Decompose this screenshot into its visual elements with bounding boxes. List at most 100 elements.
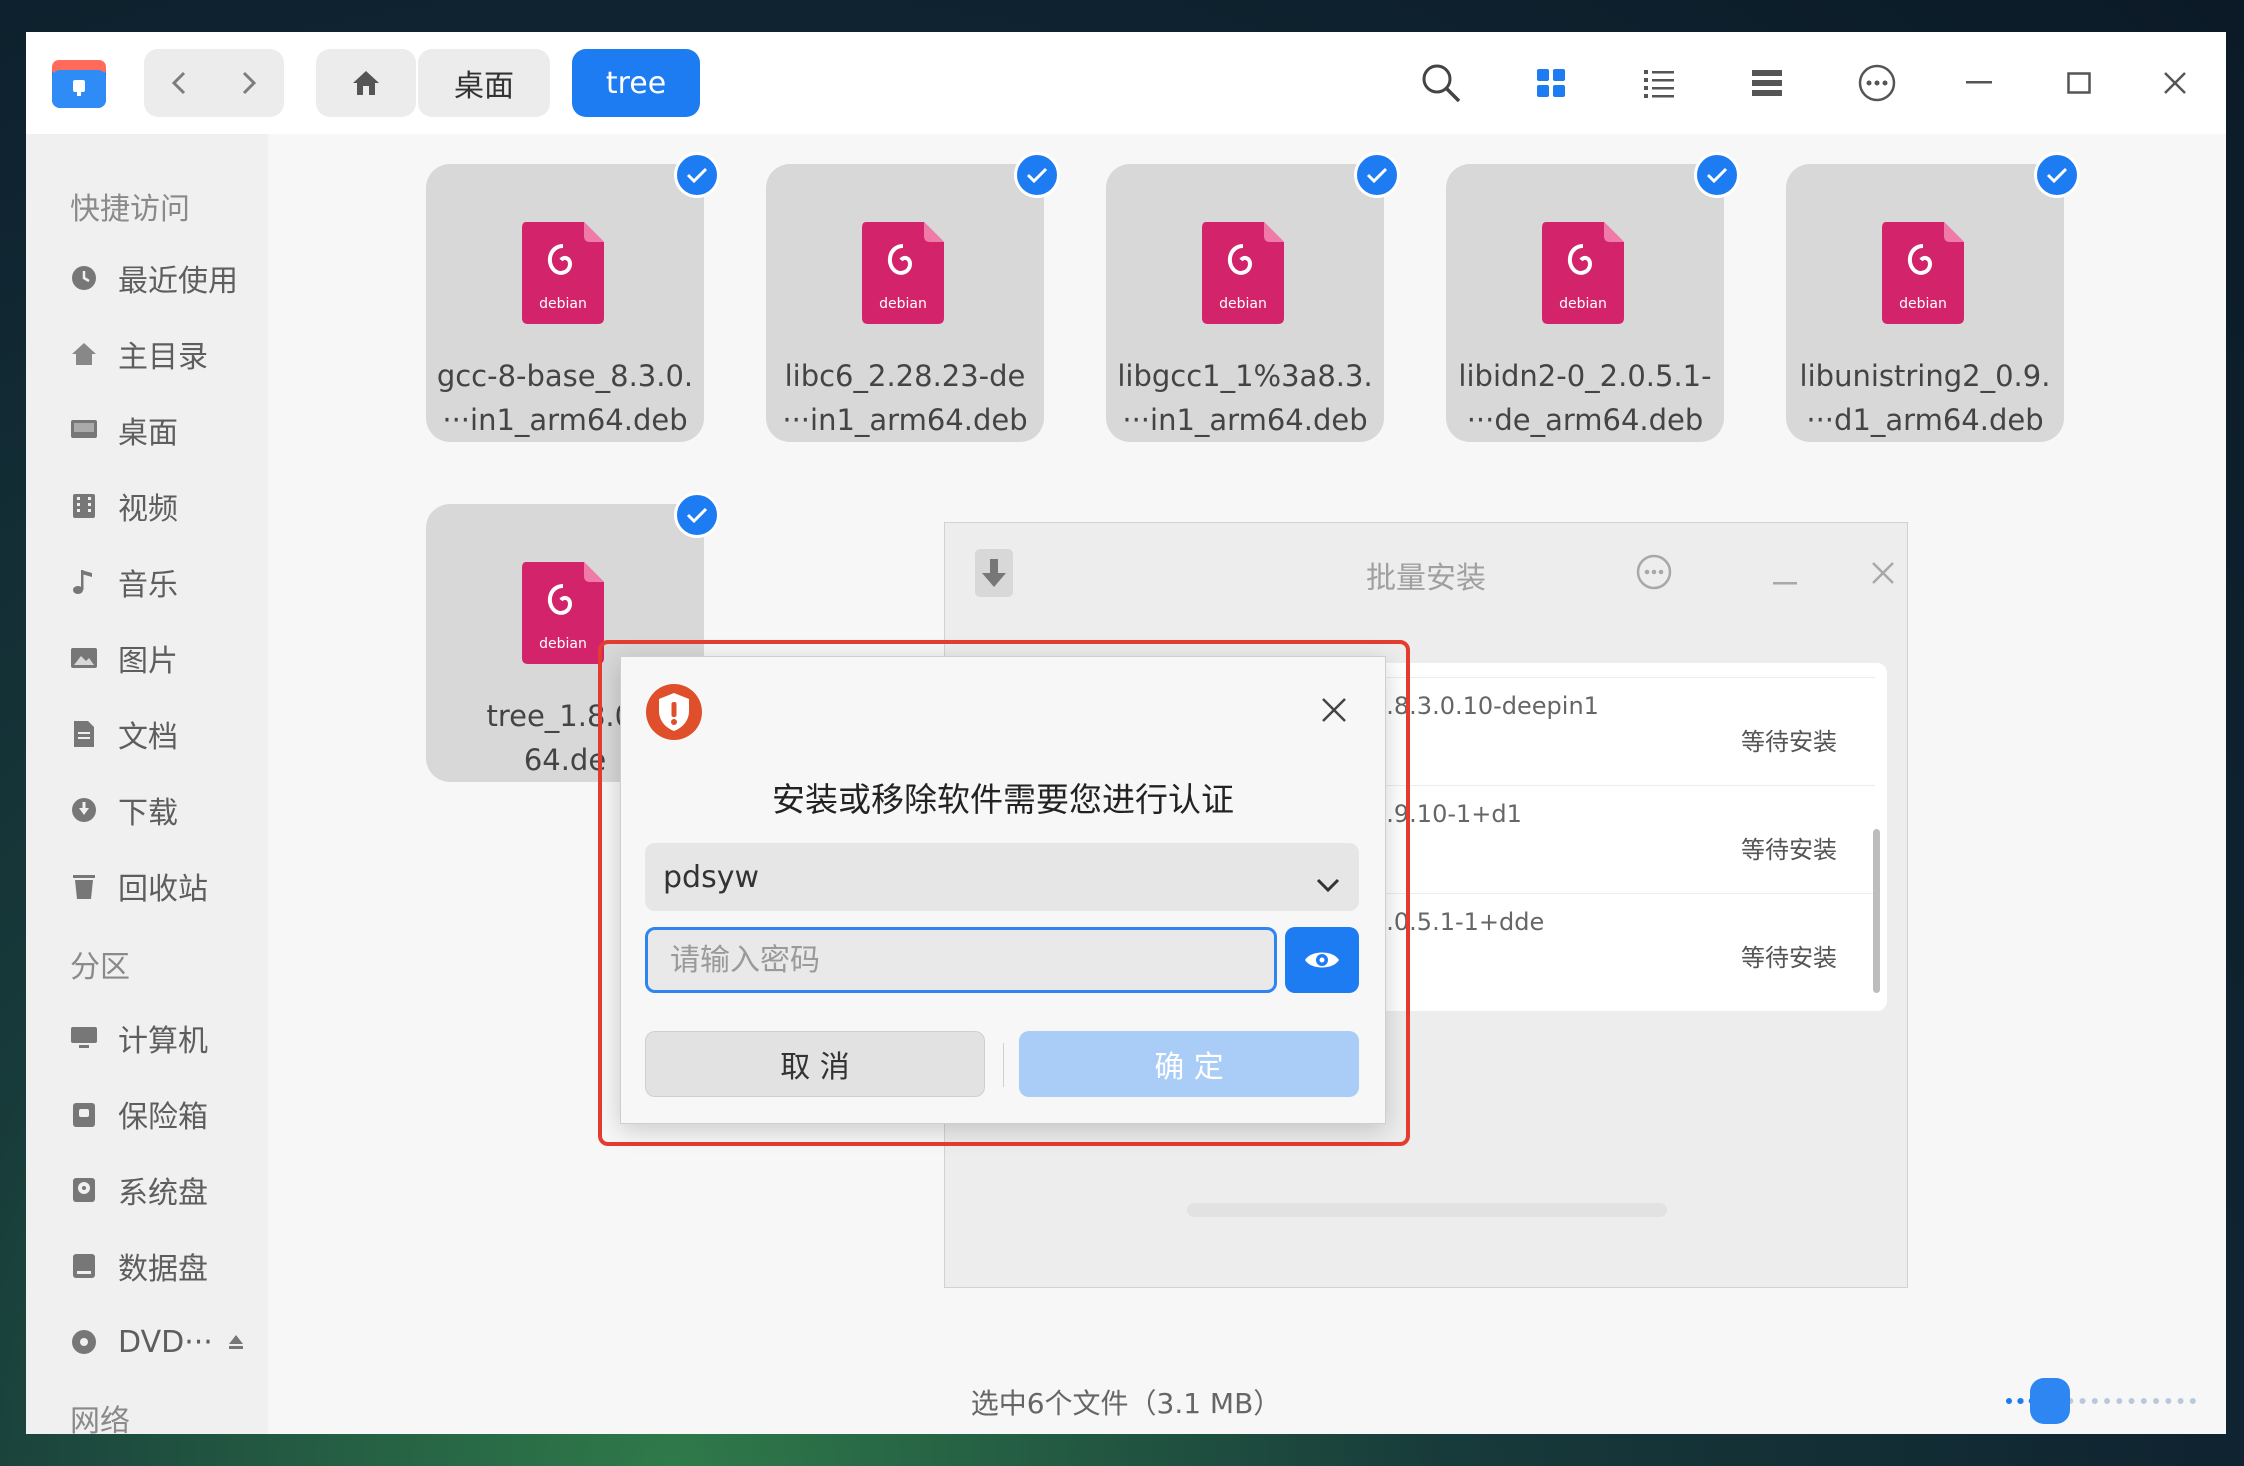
sidebar-item-documents[interactable]: 文档 — [70, 710, 178, 758]
more-menu-button[interactable] — [1852, 58, 1902, 108]
sidebar-item-pictures[interactable]: 图片 — [70, 634, 178, 682]
eye-icon — [1305, 952, 1339, 968]
file-item[interactable]: debian libgcc1_1%3a8.3. ···in1_arm64.deb — [1106, 164, 1384, 442]
selected-check-icon[interactable] — [1354, 152, 1400, 198]
button-divider — [1003, 1043, 1004, 1087]
sidebar-item-label: 视频 — [118, 492, 178, 527]
file-item[interactable]: debian libc6_2.28.23-de ···in1_arm64.deb — [766, 164, 1044, 442]
file-item[interactable]: debian gcc-8-base_8.3.0. ···in1_arm64.deb — [426, 164, 704, 442]
sidebar-item-desktop[interactable]: 桌面 — [70, 406, 178, 454]
sidebar-item-recent[interactable]: 最近使用 — [70, 254, 238, 302]
file-manager-logo-icon — [50, 54, 108, 112]
more-options-icon — [1636, 554, 1672, 590]
icon-view-button[interactable] — [1526, 58, 1576, 108]
debian-package-icon: debian — [1882, 222, 1964, 324]
selected-check-icon[interactable] — [2034, 152, 2080, 198]
file-name: libc6_2.28.23-de ···in1_arm64.deb — [782, 359, 1028, 437]
cancel-button[interactable]: 取 消 — [645, 1031, 985, 1097]
minimize-button[interactable] — [1954, 58, 2004, 108]
detail-view-icon — [1752, 70, 1782, 96]
sidebar-item-label: 图片 — [118, 644, 178, 679]
navigation-buttons — [144, 49, 284, 117]
home-icon — [353, 71, 379, 95]
file-badge: debian — [1559, 296, 1607, 312]
search-button[interactable] — [1416, 58, 1466, 108]
file-badge: debian — [879, 296, 927, 312]
batch-install-title: 批量安装 — [1366, 561, 1486, 596]
sidebar-item-label: DVD··· — [118, 1324, 213, 1360]
eject-icon[interactable] — [227, 1333, 245, 1351]
sidebar-item-music[interactable]: 音乐 — [70, 558, 178, 606]
computer-icon — [70, 1024, 98, 1052]
sidebar-item-data-disk[interactable]: 数据盘 — [70, 1242, 208, 1290]
selected-username: pdsyw — [663, 859, 760, 895]
forward-button[interactable] — [214, 49, 284, 117]
progress-bar — [1187, 1203, 1667, 1217]
video-icon — [70, 492, 98, 520]
list-view-button[interactable] — [1634, 58, 1684, 108]
batch-minimize-button[interactable] — [1773, 571, 1797, 590]
more-options-icon — [1858, 64, 1896, 102]
sidebar-item-label: 文档 — [118, 720, 178, 755]
user-select-dropdown[interactable]: pdsyw — [645, 843, 1359, 911]
debian-package-icon: debian — [862, 222, 944, 324]
dvd-icon — [70, 1328, 98, 1356]
dialog-close-button[interactable] — [1321, 697, 1347, 727]
close-icon — [1322, 698, 1346, 722]
breadcrumb-desktop[interactable]: 桌面 — [418, 49, 550, 117]
batch-close-button[interactable] — [1871, 561, 1895, 589]
selected-check-icon[interactable] — [1014, 152, 1060, 198]
debian-package-icon: debian — [1542, 222, 1624, 324]
sidebar-item-vault[interactable]: 保险箱 — [70, 1090, 208, 1138]
file-manager-window: 桌面 tree 快捷访问 最近使用 主目录 桌面 视频 音乐 图片 文档 下载 … — [26, 32, 2226, 1434]
breadcrumb-tree[interactable]: tree — [572, 49, 700, 117]
list-view-icon — [1644, 70, 1674, 98]
sidebar-item-home[interactable]: 主目录 — [70, 330, 208, 378]
selected-check-icon[interactable] — [674, 492, 720, 538]
breadcrumb-home[interactable] — [316, 49, 416, 117]
quick-access-heading: 快捷访问 — [70, 192, 190, 227]
grid-view-icon — [1537, 69, 1565, 97]
icon-size-slider-handle[interactable] — [2030, 1378, 2070, 1424]
sidebar-item-label: 音乐 — [118, 568, 178, 603]
picture-icon — [70, 644, 98, 672]
selected-check-icon[interactable] — [1694, 152, 1740, 198]
close-window-button[interactable] — [2150, 58, 2200, 108]
partition-heading: 分区 — [70, 950, 130, 985]
data-disk-icon — [70, 1252, 98, 1280]
back-button[interactable] — [144, 49, 214, 117]
file-item[interactable]: debian libidn2-0_2.0.5.1- ···de_arm64.deb — [1446, 164, 1724, 442]
toggle-password-visibility-button[interactable] — [1285, 927, 1359, 993]
password-input[interactable] — [645, 927, 1277, 993]
desktop-icon — [70, 416, 98, 444]
install-status: 等待安装 — [1741, 944, 1837, 972]
file-item[interactable]: debian libunistring2_0.9. ···d1_arm64.deb — [1786, 164, 2064, 442]
sidebar-item-videos[interactable]: 视频 — [70, 482, 178, 530]
sidebar-item-computer[interactable]: 计算机 — [70, 1014, 208, 1062]
list-scrollbar[interactable] — [1873, 829, 1880, 993]
sidebar-item-dvd[interactable]: DVD··· — [70, 1318, 245, 1366]
debian-package-icon: debian — [1202, 222, 1284, 324]
maximize-button[interactable] — [2054, 58, 2104, 108]
sidebar-item-system-disk[interactable]: 系统盘 — [70, 1166, 208, 1214]
sidebar-item-label: 保险箱 — [118, 1100, 208, 1135]
document-icon — [70, 720, 98, 748]
sidebar-item-label: 最近使用 — [118, 264, 238, 299]
file-badge: debian — [539, 636, 587, 652]
batch-more-button[interactable] — [1635, 553, 1673, 595]
sidebar-item-trash[interactable]: 回收站 — [70, 862, 208, 910]
sidebar-item-label: 主目录 — [118, 340, 208, 375]
sidebar-item-downloads[interactable]: 下载 — [70, 786, 178, 834]
file-badge: debian — [1219, 296, 1267, 312]
vault-icon — [70, 1100, 98, 1128]
file-badge: debian — [1899, 296, 1947, 312]
detail-view-button[interactable] — [1742, 58, 1792, 108]
file-name: libidn2-0_2.0.5.1- ···de_arm64.deb — [1458, 359, 1712, 437]
confirm-button[interactable]: 确 定 — [1019, 1031, 1359, 1097]
sidebar-item-label: 桌面 — [118, 416, 178, 451]
dialog-title: 安装或移除软件需要您进行认证 — [772, 780, 1234, 819]
minimize-icon — [1966, 81, 1992, 84]
selected-check-icon[interactable] — [674, 152, 720, 198]
close-icon — [2164, 72, 2186, 94]
file-name: libunistring2_0.9. ···d1_arm64.deb — [1799, 359, 2051, 437]
